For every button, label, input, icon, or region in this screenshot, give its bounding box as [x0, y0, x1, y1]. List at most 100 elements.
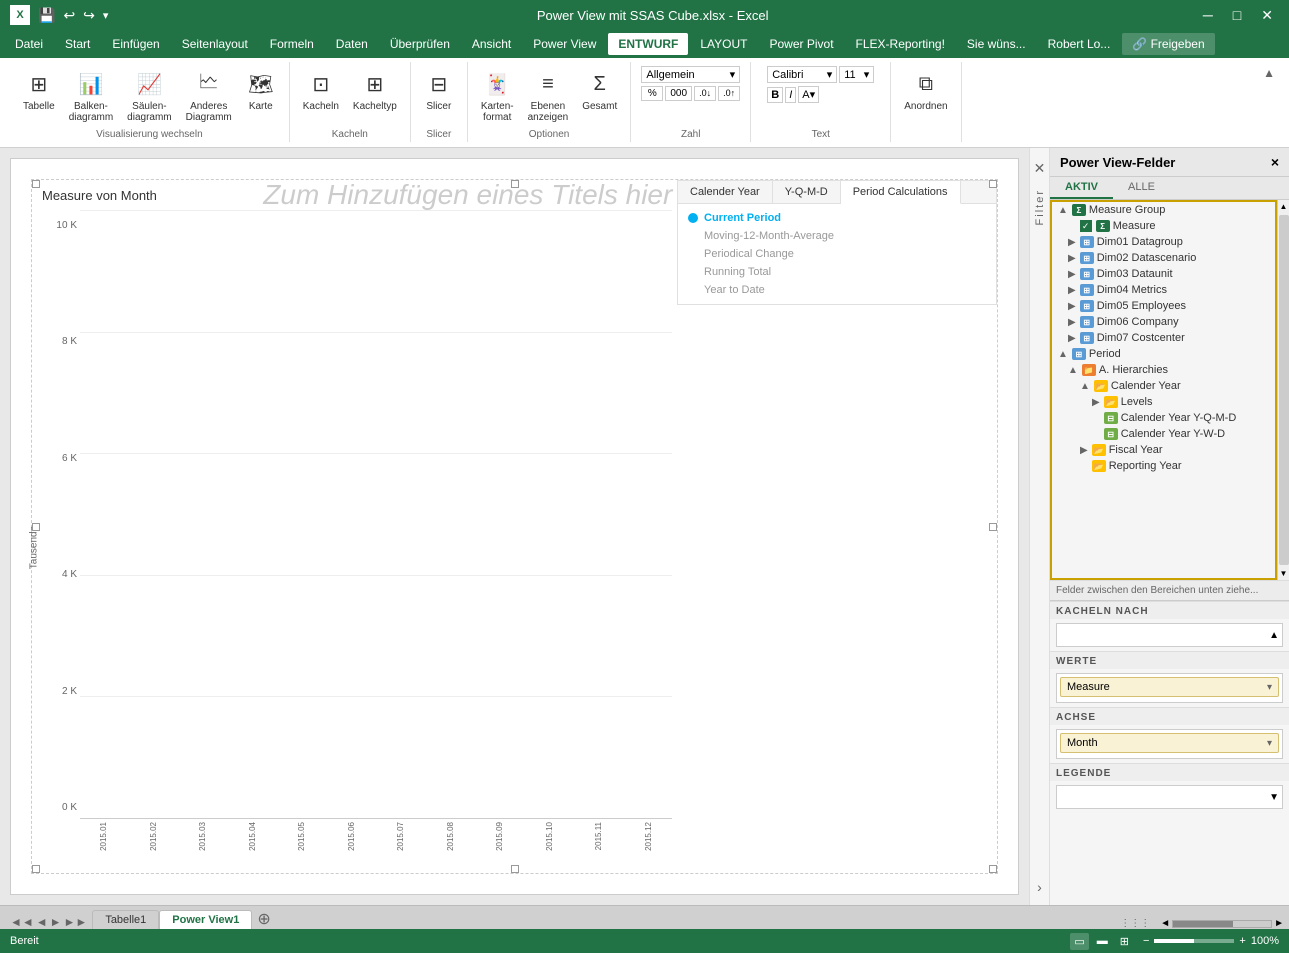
tab-yqmd[interactable]: Y-Q-M-D [773, 181, 841, 203]
menu-flex-reporting[interactable]: FLEX-Reporting! [846, 33, 955, 55]
slicer-btn[interactable]: ⊟ Slicer [419, 66, 459, 115]
werte-measure-arrow[interactable]: ▾ [1267, 682, 1272, 693]
achse-drop-area[interactable]: Month ▾ [1056, 729, 1283, 759]
field-cy-yqmd[interactable]: ▶ ⊟ Calender Year Y-Q-M-D [1052, 410, 1275, 426]
minimize-btn[interactable]: ─ [1197, 5, 1219, 25]
thousands-btn[interactable]: 000 [665, 86, 692, 101]
kacheltyp-btn[interactable]: ⊞ Kacheltyp [348, 66, 402, 115]
zoom-in-btn[interactable]: + [1239, 935, 1245, 947]
field-period[interactable]: ▲ ⊞ Period [1052, 346, 1275, 362]
handle-bl[interactable] [32, 865, 40, 873]
field-dim05[interactable]: ▶ ⊞ Dim05 Employees [1052, 298, 1275, 314]
field-dim06[interactable]: ▶ ⊞ Dim06 Company [1052, 314, 1275, 330]
filter-expand-btn[interactable]: › [1037, 879, 1042, 905]
fields-scrollbar[interactable]: ▲ ▼ [1277, 200, 1289, 580]
menu-daten[interactable]: Daten [326, 33, 378, 55]
sheet-prev-btn[interactable]: ◄ [36, 915, 48, 929]
legende-scroll-down[interactable]: ▼ [1269, 792, 1279, 803]
undo-btn[interactable]: ↩ [63, 7, 75, 24]
werte-drop-area[interactable]: Measure ▾ [1056, 673, 1283, 703]
kacheln-scroll-up[interactable]: ▲ [1269, 630, 1279, 641]
menu-ansicht[interactable]: Ansicht [462, 33, 521, 55]
field-cy-ywd[interactable]: ▶ ⊟ Calender Year Y-W-D [1052, 426, 1275, 442]
field-measure-group[interactable]: ▲ Σ Measure Group [1052, 202, 1275, 218]
tab-calender-year[interactable]: Calender Year [678, 181, 773, 203]
kartenformat-btn[interactable]: 🃏 Karten-format [476, 66, 519, 126]
menu-layout[interactable]: LAYOUT [690, 33, 757, 55]
scroll-right-btn[interactable]: ► [1274, 918, 1284, 929]
tabelle-btn[interactable]: ⊞ Tabelle [18, 66, 60, 115]
sheet-tab-tabelle1[interactable]: Tabelle1 [92, 910, 159, 929]
saulen-btn[interactable]: 📈 Säulen-diagramm [122, 66, 176, 126]
legend-year-to-date[interactable]: Year to Date [688, 281, 986, 299]
legend-running-total[interactable]: Running Total [688, 263, 986, 281]
ribbon-collapse[interactable]: ▲ [1259, 62, 1279, 84]
handle-bm[interactable] [511, 865, 519, 873]
sheet-next-btn[interactable]: ► [50, 915, 62, 929]
ebenen-btn[interactable]: ≡ Ebenenanzeigen [523, 66, 574, 126]
menu-datei[interactable]: Datei [5, 33, 53, 55]
handle-tr[interactable] [989, 180, 997, 188]
scroll-thumb[interactable] [1279, 215, 1289, 565]
normal-view-btn[interactable]: ▭ [1070, 933, 1088, 950]
legende-drop-area[interactable]: ▼ [1056, 785, 1283, 809]
tab-aktiv[interactable]: AKTIV [1050, 177, 1113, 199]
font-size-dropdown[interactable]: 11 ▾ [839, 66, 874, 83]
close-btn[interactable]: ✕ [1255, 5, 1279, 26]
achse-month-arrow[interactable]: ▾ [1267, 738, 1272, 749]
zoom-out-btn[interactable]: − [1143, 935, 1149, 947]
field-dim01[interactable]: ▶ ⊞ Dim01 Datagroup [1052, 234, 1275, 250]
kacheln-btn[interactable]: ⊡ Kacheln [298, 66, 344, 115]
menu-power-view[interactable]: Power View [523, 33, 606, 55]
scroll-down-btn[interactable]: ▼ [1278, 567, 1289, 580]
field-measure[interactable]: ▶ ✓ Σ Measure [1052, 218, 1275, 234]
pv-close-btn[interactable]: × [1271, 154, 1279, 170]
menu-power-pivot[interactable]: Power Pivot [760, 33, 844, 55]
anordnen-btn[interactable]: ⧉ Anordnen [899, 66, 952, 115]
werte-measure-item[interactable]: Measure ▾ [1060, 677, 1279, 697]
menu-start[interactable]: Start [55, 33, 100, 55]
field-levels[interactable]: ▶ 📂 Levels [1052, 394, 1275, 410]
scroll-left-btn[interactable]: ◄ [1160, 918, 1170, 929]
filter-close-btn[interactable]: ✕ [1032, 158, 1048, 179]
karte-btn[interactable]: 🗺 Karte [241, 66, 281, 115]
quick-save-btn[interactable]: 💾 [38, 7, 55, 24]
measure-checkbox[interactable]: ✓ [1080, 220, 1092, 232]
tab-alle[interactable]: ALLE [1113, 177, 1170, 199]
font-color-btn[interactable]: A▾ [798, 86, 819, 103]
redo-btn[interactable]: ↪ [83, 7, 95, 24]
field-dim04[interactable]: ▶ ⊞ Dim04 Metrics [1052, 282, 1275, 298]
balken-btn[interactable]: 📊 Balken-diagramm [64, 66, 118, 126]
zoom-slider[interactable] [1154, 939, 1234, 943]
font-name-dropdown[interactable]: Calibri ▾ [767, 66, 837, 83]
legend-periodical-change[interactable]: Periodical Change [688, 245, 986, 263]
italic-btn[interactable]: I [785, 87, 796, 103]
field-fiscal-year[interactable]: ▶ 📂 Fiscal Year [1052, 442, 1275, 458]
menu-seitenlayout[interactable]: Seitenlayout [172, 33, 258, 55]
sheet-first-btn[interactable]: ◄◄ [10, 915, 34, 929]
scroll-bar-thumb[interactable] [1173, 921, 1233, 927]
increase-decimal-btn[interactable]: .0↑ [718, 86, 740, 101]
handle-br[interactable] [989, 865, 997, 873]
restore-btn[interactable]: □ [1227, 5, 1247, 25]
menu-einfugen[interactable]: Einfügen [102, 33, 169, 55]
add-sheet-btn[interactable]: ⊕ [252, 909, 275, 929]
field-calender-year[interactable]: ▲ 📂 Calender Year [1052, 378, 1275, 394]
format-dropdown[interactable]: Allgemein ▾ [641, 66, 740, 83]
page-layout-btn[interactable]: ▬ [1093, 933, 1112, 949]
menu-entwurf[interactable]: ENTWURF [608, 33, 688, 55]
field-reporting-year[interactable]: ▶ 📂 Reporting Year [1052, 458, 1275, 474]
gesamt-btn[interactable]: Σ Gesamt [577, 66, 622, 115]
slide-panel[interactable]: Zum Hinzufügen eines Titels hier klicken… [10, 158, 1019, 895]
menu-sie-wuns[interactable]: Sie wüns... [957, 33, 1036, 55]
page-break-btn[interactable]: ⊞ [1116, 933, 1133, 950]
handle-mr[interactable] [989, 523, 997, 531]
achse-month-item[interactable]: Month ▾ [1060, 733, 1279, 753]
menu-uberprufen[interactable]: Überprüfen [380, 33, 460, 55]
menu-formeln[interactable]: Formeln [260, 33, 324, 55]
kacheln-drop-area[interactable]: ▲ [1056, 623, 1283, 647]
sheet-last-btn[interactable]: ►► [64, 915, 88, 929]
handle-tl[interactable] [32, 180, 40, 188]
percent-btn[interactable]: % [641, 86, 663, 101]
menu-robert[interactable]: Robert Lo... [1038, 33, 1121, 55]
